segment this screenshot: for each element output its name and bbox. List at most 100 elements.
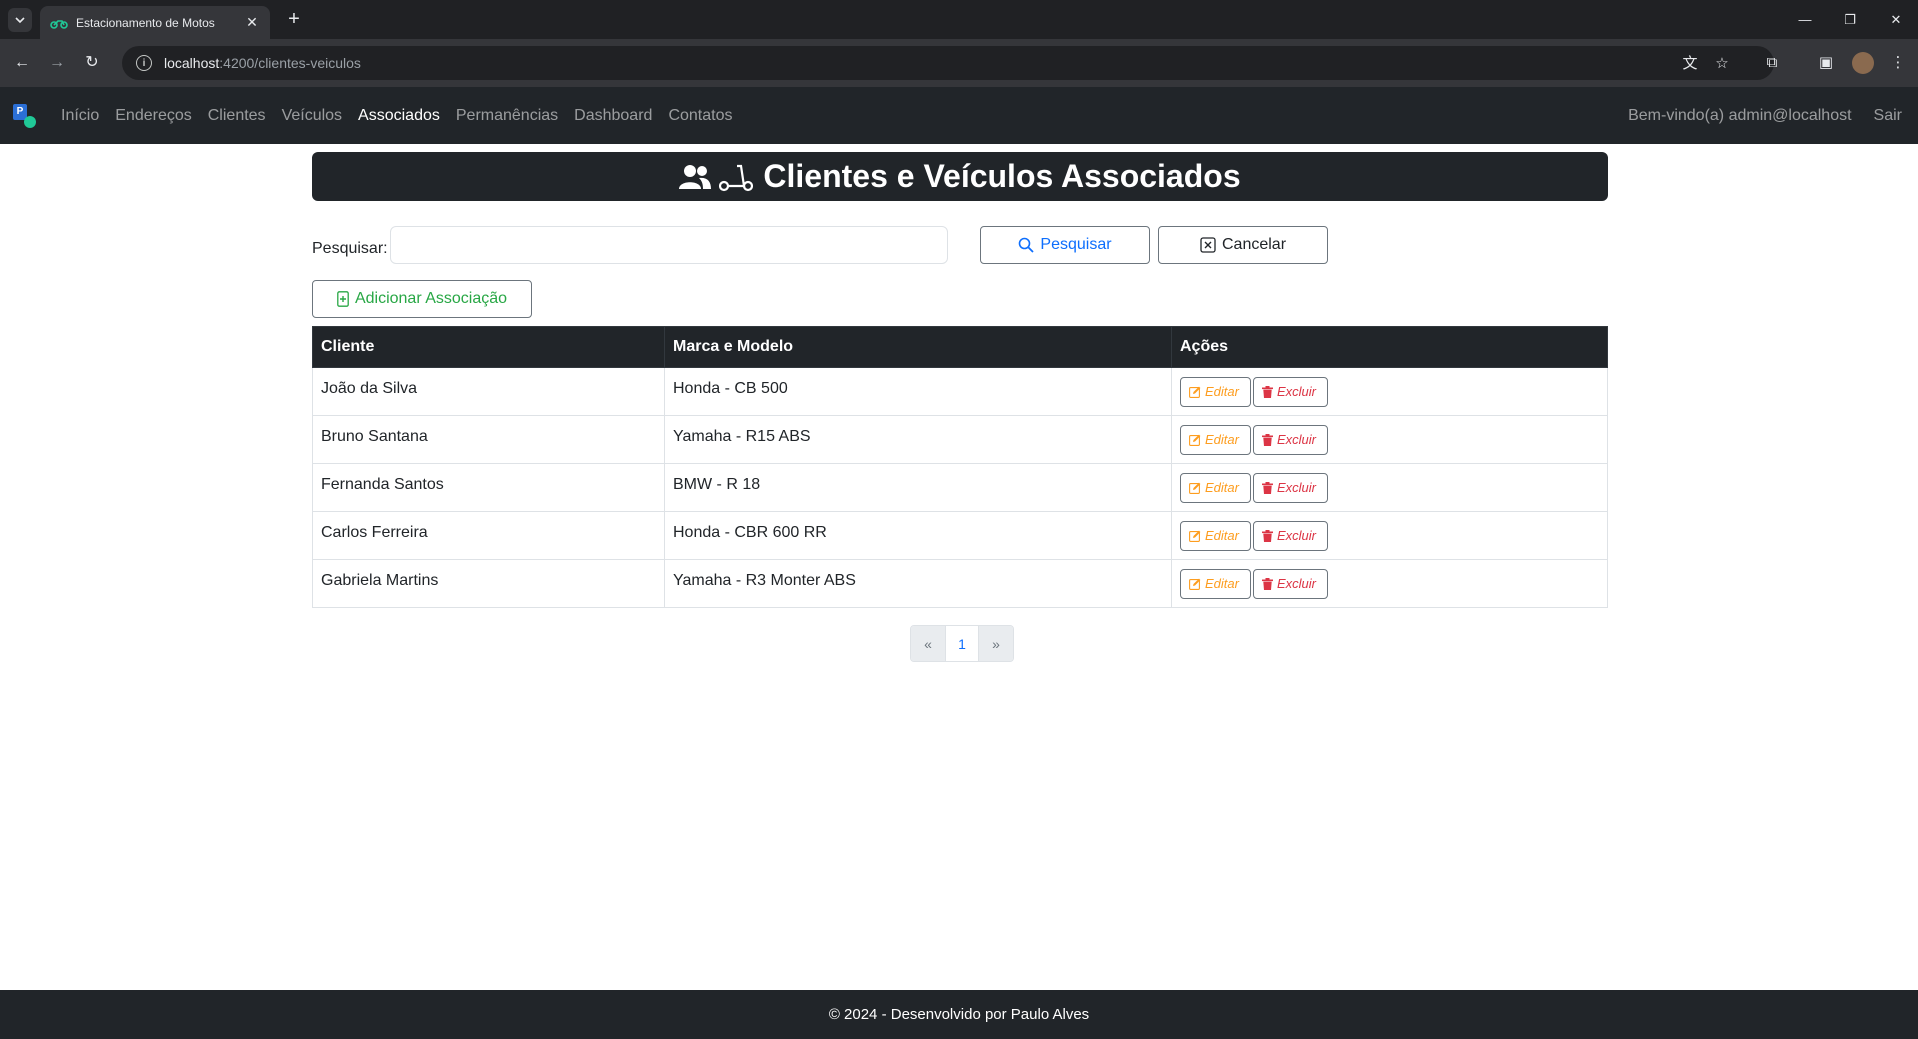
search-button-label: Pesquisar [1040,236,1112,253]
reload-icon[interactable]: ↻ [80,51,104,75]
edit-label: Editar [1205,480,1239,495]
page-header: Clientes e Veículos Associados [312,152,1608,201]
nav-link-inicio[interactable]: Início [61,107,99,125]
pagination: « 1 » [910,625,1014,662]
edit-button[interactable]: Editar [1180,376,1251,407]
chevron-down-icon [15,17,25,24]
x-square-icon [1200,237,1216,253]
cell-marca-modelo: Yamaha - R3 Monter ABS [664,559,1172,608]
pencil-square-icon [1189,434,1201,446]
cell-acoes: Editar Excluir [1171,559,1608,608]
nav-link-enderecos[interactable]: Endereços [115,107,192,125]
cell-acoes: Editar Excluir [1171,463,1608,512]
edit-label: Editar [1205,576,1239,591]
welcome-text: Bem-vindo(a) admin@localhost [1628,106,1852,124]
tab-title: Estacionamento de Motos [76,15,215,30]
cell-cliente: João da Silva [312,367,665,416]
profile-avatar[interactable] [1852,52,1874,74]
delete-button[interactable]: Excluir [1253,568,1328,599]
add-association-label: Adicionar Associação [354,290,508,307]
cell-marca-modelo: Yamaha - R15 ABS [664,415,1172,464]
side-panel-icon[interactable]: ▣ [1814,51,1838,75]
close-tab-icon[interactable]: ✕ [244,14,260,31]
nav-link-veiculos[interactable]: Veículos [282,107,342,125]
new-tab-icon[interactable]: + [282,8,306,32]
nav-link-dashboard[interactable]: Dashboard [574,107,652,125]
cell-acoes: Editar Excluir [1171,367,1608,416]
delete-button[interactable]: Excluir [1253,376,1328,407]
minimize-icon[interactable]: — [1793,8,1817,32]
back-icon[interactable]: ← [10,51,34,75]
pencil-square-icon [1189,530,1201,542]
pagination-next[interactable]: » [979,626,1013,661]
delete-label: Excluir [1277,384,1317,399]
url-path: :4200/clientes-veiculos [219,55,361,71]
logout-link[interactable]: Sair [1874,107,1902,125]
pencil-square-icon [1189,578,1201,590]
nav-link-associados[interactable]: Associados [358,107,440,125]
table-row: Gabriela Martins Yamaha - R3 Monter ABS Ed… [312,559,1608,608]
cell-marca-modelo: BMW - R 18 [664,463,1172,512]
trash-icon [1262,577,1273,590]
scooter-icon [719,162,754,192]
pagination-page-1[interactable]: 1 [945,626,979,661]
delete-label: Excluir [1277,576,1317,591]
cell-acoes: Editar Excluir [1171,511,1608,560]
url-text: localhost:4200/clientes-veiculos [164,55,361,71]
footer-text: © 2024 - Desenvolvido por Paulo Alves [828,1006,1090,1023]
trash-icon [1262,385,1273,398]
delete-button[interactable]: Excluir [1253,520,1328,551]
search-input[interactable] [390,226,948,264]
trash-icon [1262,481,1273,494]
nav-link-clientes[interactable]: Clientes [208,107,266,125]
cell-cliente: Gabriela Martins [312,559,665,608]
delete-label: Excluir [1277,528,1317,543]
users-icon [679,164,712,190]
delete-label: Excluir [1277,432,1317,447]
tab-list-button[interactable] [8,8,32,32]
search-icon [1018,237,1035,253]
cancel-button[interactable]: Cancelar [1158,226,1328,264]
cell-marca-modelo: Honda - CBR 600 RR [664,511,1172,560]
file-plus-icon [337,291,349,307]
logo-badge [24,116,36,128]
edit-button[interactable]: Editar [1180,424,1251,455]
app-navbar: P Início Endereços Clientes Veículos Ass… [0,87,1918,144]
browser-tabbar: Estacionamento de Motos ✕ + — ❐ ✕ [0,0,1918,39]
cell-cliente: Bruno Santana [312,415,665,464]
forward-icon[interactable]: → [45,51,69,75]
footer: © 2024 - Desenvolvido por Paulo Alves [0,990,1918,1039]
pagination-prev[interactable]: « [911,626,945,661]
edit-button[interactable]: Editar [1180,568,1251,599]
delete-button[interactable]: Excluir [1253,472,1328,503]
site-info-icon[interactable]: i [136,55,152,71]
motorcycle-icon [50,19,68,29]
extensions-icon[interactable]: ⧉ [1760,51,1784,75]
url-host: localhost [164,55,220,71]
nav-link-permanencias[interactable]: Permanências [456,107,558,125]
search-button[interactable]: Pesquisar [980,226,1150,264]
table-body: João da Silva Honda - CB 500 Editar Excluir… [312,367,1608,608]
pencil-square-icon [1189,482,1201,494]
cell-cliente: Fernanda Santos [312,463,665,512]
associations-table: Cliente Marca e Modelo Ações João da Sil… [312,326,1608,608]
address-bar[interactable]: i localhost:4200/clientes-veiculos 文 ☆ [122,46,1774,80]
delete-button[interactable]: Excluir [1253,424,1328,455]
restore-icon[interactable]: ❐ [1838,8,1862,32]
add-association-button[interactable]: Adicionar Associação [312,280,532,318]
close-window-icon[interactable]: ✕ [1884,8,1908,32]
edit-label: Editar [1205,432,1239,447]
browser-tab[interactable]: Estacionamento de Motos ✕ [40,6,270,39]
edit-label: Editar [1205,528,1239,543]
nav-link-contatos[interactable]: Contatos [668,107,732,125]
translate-icon[interactable]: 文 [1680,54,1700,74]
menu-kebab-icon[interactable]: ⋮ [1886,51,1910,75]
trash-icon [1262,529,1273,542]
brand-logo[interactable]: P [11,104,37,128]
table-row: Bruno Santana Yamaha - R15 ABS Editar Exclu… [312,415,1608,464]
table-row: Carlos Ferreira Honda - CBR 600 RR Editar E… [312,511,1608,560]
edit-button[interactable]: Editar [1180,472,1251,503]
search-label: Pesquisar: [312,240,388,257]
edit-button[interactable]: Editar [1180,520,1251,551]
bookmark-star-icon[interactable]: ☆ [1712,54,1732,74]
